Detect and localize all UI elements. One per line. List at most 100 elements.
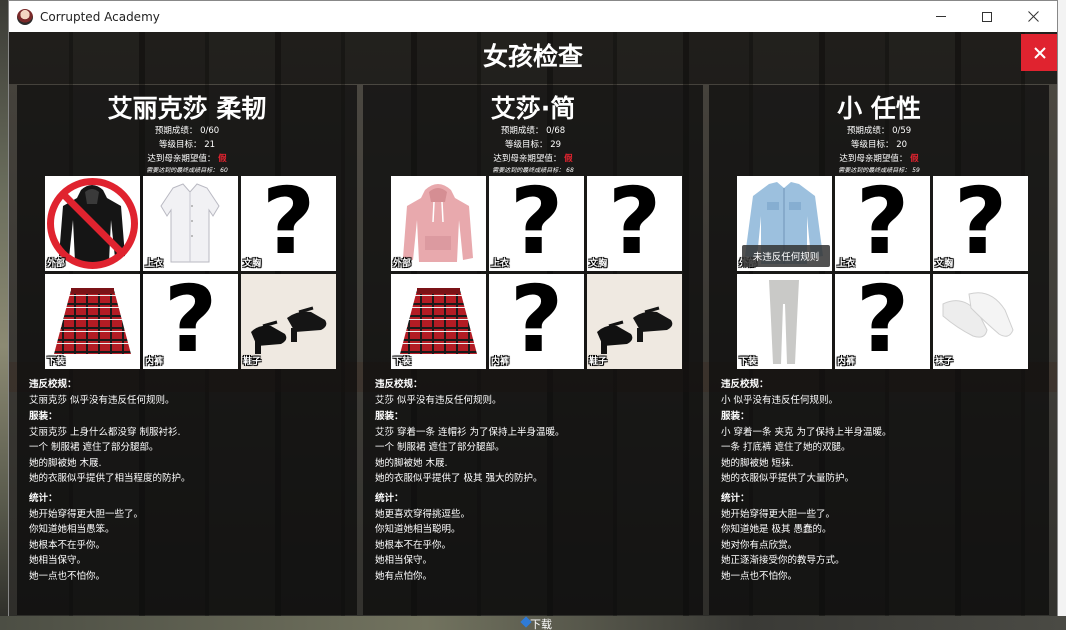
outfit-line: 艾莎 穿着一条 连帽衫 为了保持上半身温暖。 — [375, 426, 565, 438]
stat-line: 她开始穿得更大胆一些了。 — [29, 508, 144, 520]
clothing-slot-white-shirt[interactable]: 上衣 — [143, 176, 238, 271]
section-heading: 服装： — [721, 411, 750, 422]
taskbar-download-label[interactable]: 下载 — [530, 616, 552, 630]
clothing-slot-label: 下装 — [739, 357, 758, 367]
desktop-taskbar: 下载 — [0, 616, 1066, 630]
level-target-value: 20 — [896, 140, 908, 150]
clothing-slot-label: 文胸 — [243, 259, 262, 269]
clothing-slot-plaid-skirt[interactable]: 下装 — [45, 274, 140, 369]
rule-tooltip: 未违反任何规则 — [742, 245, 830, 267]
clothing-slot-unknown[interactable]: ? 上衣 — [489, 176, 584, 271]
clothing-slot-unknown[interactable]: ? 上衣 — [835, 176, 930, 271]
mother-expectation-label: 达到母亲期望值： — [839, 154, 908, 164]
clothing-slot-plaid-skirt[interactable]: 下装 — [391, 274, 486, 369]
final-grade-target-label: 需要达到的最终成绩目标： — [838, 167, 911, 174]
section-heading: 统计： — [375, 493, 404, 504]
mother-expectation: 达到母亲期望值： 假 — [17, 152, 357, 164]
violation-line: 小 似乎没有违反任何规则。 — [721, 394, 839, 406]
clothing-slot-unknown[interactable]: ? 内裤 — [489, 274, 584, 369]
final-grade-target-value: 68 — [566, 167, 574, 174]
stat-line: 她有点怕你。 — [375, 570, 433, 582]
clothing-slot-label: 上衣 — [837, 259, 856, 269]
section-heading: 服装： — [375, 411, 404, 422]
clothing-slot-pink-hoodie[interactable]: 外部 — [391, 176, 486, 271]
clothing-slot-mary-jane-shoes[interactable]: 鞋子 — [241, 274, 336, 369]
final-grade-target: 需要达到的最终成绩目标： 60 — [17, 165, 357, 174]
outfit-section: 服装： 艾丽克莎 上身什么都没穿 制服衬衫. 一个 制服裙 遮住了部分腿部。 她的脚被… — [29, 409, 349, 487]
clothing-slot-unknown[interactable]: ? 内裤 — [143, 274, 238, 369]
clothing-slot-unknown[interactable]: ? 文胸 — [241, 176, 336, 271]
level-target-label: 等级目标： — [504, 140, 548, 150]
outfit-section: 服装： 艾莎 穿着一条 连帽衫 为了保持上半身温暖。 一个 制服裙 遮住了部分腿部。… — [375, 409, 695, 487]
expected-grade-label: 预期成绩： — [154, 126, 198, 136]
close-inspection-button[interactable] — [1021, 34, 1057, 71]
clothing-slot-label: 内裤 — [145, 357, 164, 367]
stat-line: 她根本不在乎你。 — [29, 539, 106, 551]
desktop-background-right — [1058, 0, 1066, 630]
girl-panel: 艾丽克莎 柔韧 预期成绩： 0/60 等级目标： 21 达到母亲期望值： 假 需… — [17, 85, 357, 615]
window-title: Corrupted Academy — [40, 9, 160, 24]
level-target: 等级目标： 29 — [363, 138, 703, 150]
outfit-line: 她的衣服似乎提供了大量防护。 — [721, 473, 855, 484]
clothing-slot-unknown[interactable]: ? 文胸 — [587, 176, 682, 271]
clothing-slot-label: 下装 — [393, 357, 412, 367]
final-grade-target-label: 需要达到的最终成绩目标： — [146, 167, 219, 174]
expected-grade: 预期成绩： 0/68 — [363, 124, 703, 136]
stat-line: 她一点也不怕你。 — [721, 570, 798, 582]
mother-expectation-label: 达到母亲期望值： — [147, 154, 216, 164]
section-heading: 服装： — [29, 411, 58, 422]
clothing-slot-unknown[interactable]: ? 文胸 — [933, 176, 1028, 271]
outfit-line: 她的脚被她 木屐. — [375, 457, 448, 469]
game-screen: 女孩检查 艾丽克莎 柔韧 预期成绩： 0/60 等级目标： 21 达到母亲期望值… — [9, 32, 1057, 616]
maximize-icon — [982, 11, 992, 22]
close-icon — [1033, 46, 1046, 59]
clothing-slot-label: 文胸 — [589, 259, 608, 269]
mother-expectation-value: 假 — [218, 154, 227, 164]
stat-line: 她更喜欢穿得挑逗些。 — [375, 508, 471, 520]
window-titlebar[interactable]: Corrupted Academy — [9, 1, 1057, 32]
stat-line: 你知道她相当聪明。 — [375, 524, 461, 535]
clothing-slot-white-socks[interactable]: 袜子 — [933, 274, 1028, 369]
clothing-slot-label: 内裤 — [837, 357, 856, 367]
stat-line: 你知道她相当愚笨。 — [29, 524, 115, 535]
final-grade-target-value: 59 — [912, 167, 920, 174]
clothing-slot-grey-leggings[interactable]: 下装 — [737, 274, 832, 369]
final-grade-target: 需要达到的最终成绩目标： 68 — [363, 165, 703, 174]
level-target-label: 等级目标： — [850, 140, 894, 150]
expected-grade-label: 预期成绩： — [846, 126, 890, 136]
section-heading: 统计： — [721, 493, 750, 504]
app-window: Corrupted Academy 女孩检查 艾丽克莎 柔韧 预期成绩： 0/6… — [8, 0, 1058, 616]
level-target-value: 21 — [204, 140, 216, 150]
clothing-grid: 外部 ? 上衣? 文胸下装 ? 内裤 鞋子 — [391, 176, 683, 370]
minimize-button[interactable] — [918, 1, 964, 32]
outfit-line: 一个 制服裙 遮住了部分腿部。 — [29, 442, 159, 453]
final-grade-target-label: 需要达到的最终成绩目标： — [492, 167, 565, 174]
outfit-line: 一个 制服裙 遮住了部分腿部。 — [375, 442, 505, 453]
clothing-slot-label: 内裤 — [491, 357, 510, 367]
girl-panel: 小 任性 预期成绩： 0/59 等级目标： 20 达到母亲期望值： 假 需要达到… — [709, 85, 1049, 615]
section-heading: 统计： — [29, 493, 58, 504]
stat-line: 她一点也不怕你。 — [29, 570, 106, 582]
page-title: 女孩检查 — [482, 42, 583, 71]
clothing-slot-mary-jane-shoes[interactable]: 鞋子 — [587, 274, 682, 369]
final-grade-target: 需要达到的最终成绩目标： 59 — [709, 165, 1049, 174]
girl-name: 艾莎·简 — [490, 94, 576, 123]
violation-line: 艾莎 似乎没有违反任何规则。 — [375, 394, 502, 406]
final-grade-target-value: 60 — [220, 167, 228, 174]
clothing-slot-label: 文胸 — [935, 259, 954, 269]
mother-expectation: 达到母亲期望值： 假 — [709, 152, 1049, 164]
expected-grade: 预期成绩： 0/60 — [17, 124, 357, 136]
level-target: 等级目标： 20 — [709, 138, 1049, 150]
clothing-slot-prohibited-hoodie[interactable]: 外部 — [45, 176, 140, 271]
clothing-slot-label: 外部 — [47, 259, 66, 269]
stat-line: 她根本不在乎你。 — [375, 539, 452, 551]
maximize-button[interactable] — [964, 1, 1010, 32]
clothing-slot-label: 鞋子 — [589, 357, 608, 367]
outfit-section: 服装： 小 穿着一条 夹克 为了保持上半身温暖。 一条 打底裤 遮住了她的双腿。 她的… — [721, 409, 1041, 487]
stats-section: 统计： 她更喜欢穿得挑逗些。 你知道她相当聪明。 她根本不在乎你。 她相当保守。 她有点怕… — [375, 491, 695, 584]
window-close-button[interactable] — [1010, 1, 1056, 32]
expected-grade-value: 0/60 — [200, 126, 220, 136]
clothing-slot-denim-jacket[interactable]: 外部未违反任何规则 — [737, 176, 832, 271]
section-heading: 违反校规： — [29, 379, 77, 390]
clothing-slot-unknown[interactable]: ? 内裤 — [835, 274, 930, 369]
